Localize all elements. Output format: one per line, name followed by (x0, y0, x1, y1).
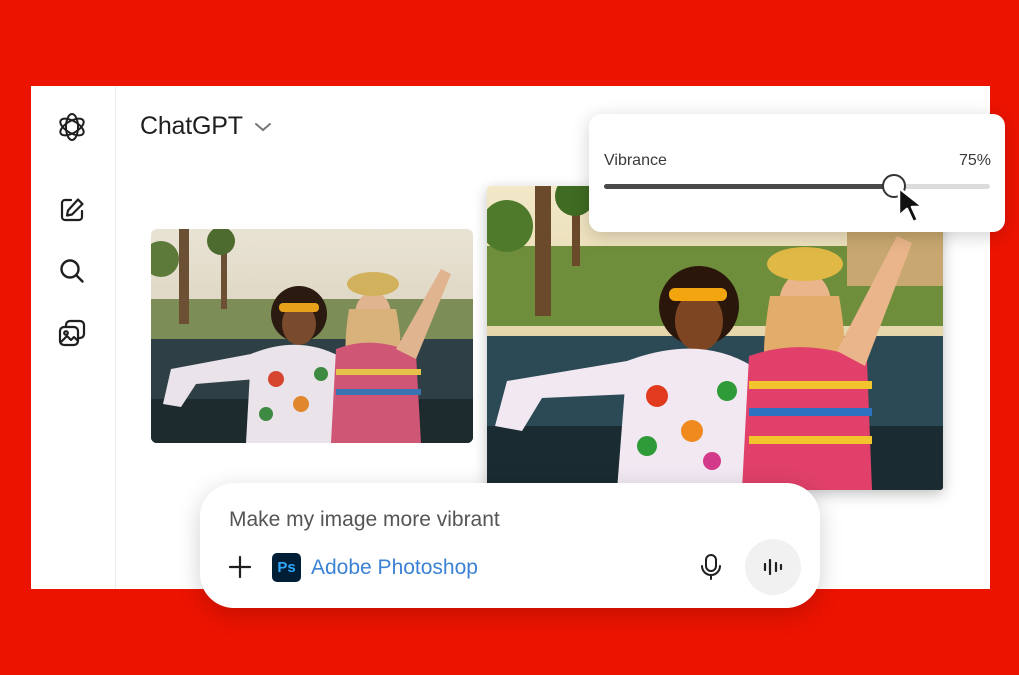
page-title: ChatGPT (140, 112, 243, 140)
app-chip-label: Adobe Photoshop (311, 555, 478, 579)
photoshop-logo-icon: Ps (272, 553, 301, 582)
mouse-cursor-icon (897, 186, 925, 224)
plus-icon[interactable] (228, 555, 252, 579)
vibrance-value: 75% (958, 152, 991, 169)
images-icon[interactable] (55, 316, 89, 350)
vibrance-slider[interactable] (604, 174, 990, 198)
search-icon[interactable] (55, 254, 89, 288)
waveform-icon (763, 558, 783, 576)
vibrance-panel: Vibrance 75% (589, 114, 1005, 232)
prompt-input[interactable] (229, 508, 709, 532)
original-photo[interactable] (151, 229, 473, 443)
vibrance-slider-fill (604, 184, 894, 189)
vibrance-label: Vibrance (604, 152, 667, 169)
chevron-down-icon (254, 122, 271, 131)
photoshop-app-chip[interactable]: Ps Adobe Photoshop (272, 553, 478, 582)
model-selector[interactable]: ChatGPT (140, 112, 273, 141)
microphone-icon[interactable] (698, 553, 724, 581)
sidebar (31, 86, 116, 589)
message-composer: Ps Adobe Photoshop (200, 483, 820, 608)
voice-mode-button[interactable] (745, 539, 801, 595)
openai-logo-icon[interactable] (55, 110, 89, 144)
new-chat-icon[interactable] (55, 193, 89, 227)
